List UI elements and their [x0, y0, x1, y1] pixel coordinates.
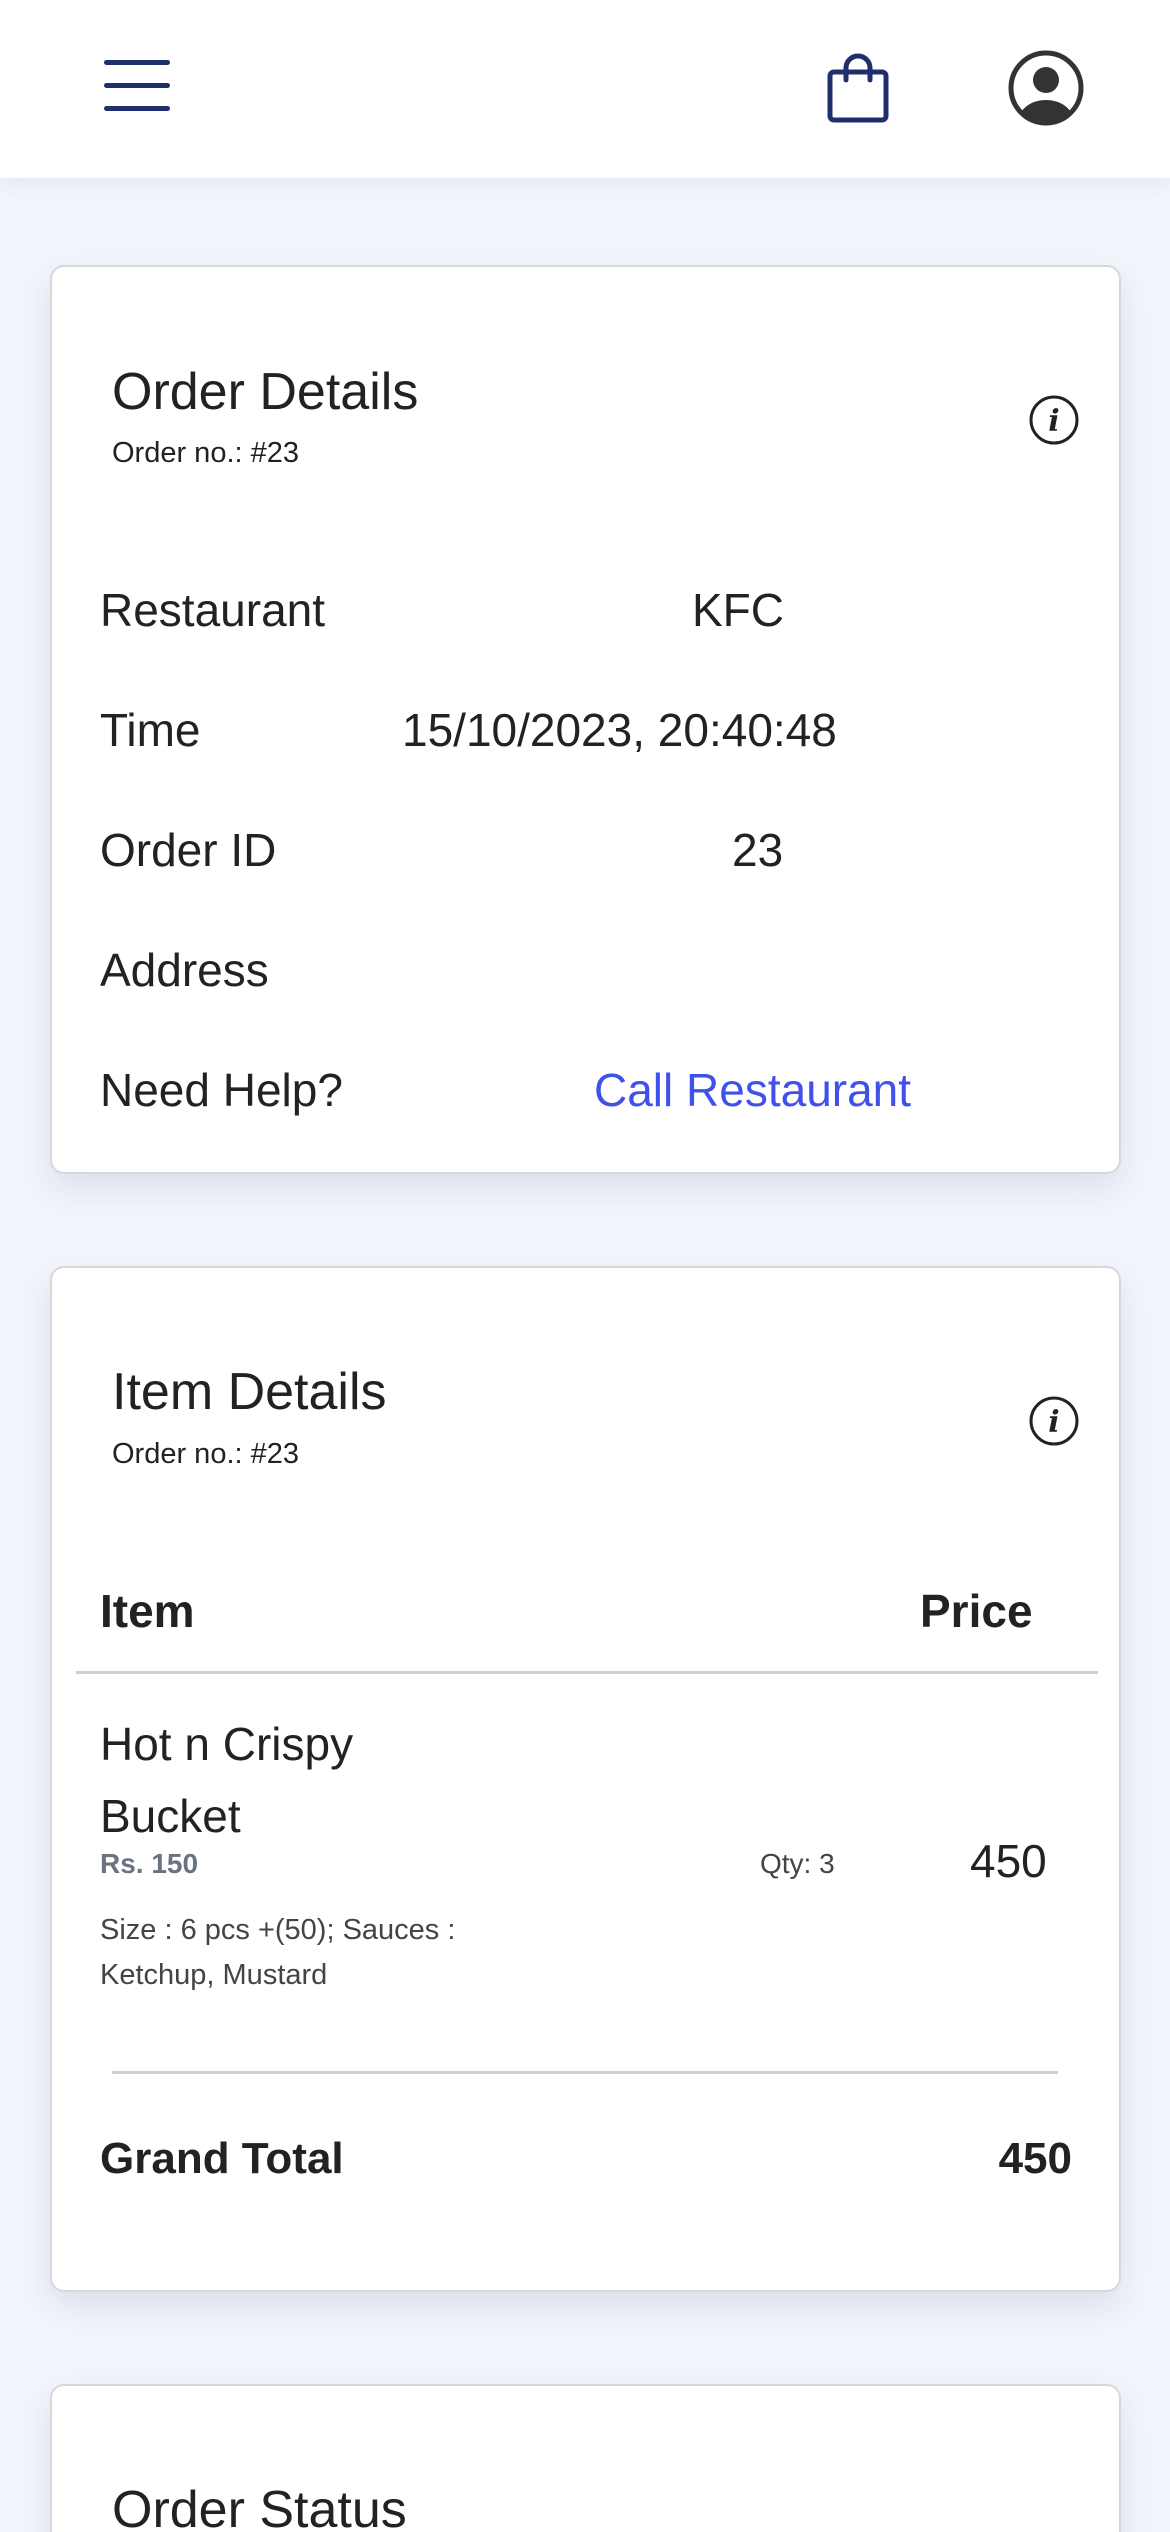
hamburger-menu-icon[interactable]: [100, 54, 176, 118]
need-help-label: Need Help?: [100, 1064, 343, 1116]
grand-total-value: 450: [998, 2134, 1072, 2183]
total-divider: [112, 2071, 1058, 2074]
info-icon[interactable]: i: [1028, 394, 1080, 446]
item-quantity: Qty: 3: [760, 1848, 835, 1879]
order-number: Order no.: #23: [112, 437, 299, 469]
item-price: 450: [970, 1835, 1047, 1887]
card-title: Item Details: [112, 1363, 387, 1421]
item-details-card: Item Details Order no.: #23 i Item Price…: [50, 1266, 1121, 2292]
info-icon[interactable]: i: [1028, 1395, 1080, 1447]
order-number: Order no.: #23: [112, 1438, 299, 1470]
order-id-label: Order ID: [100, 824, 277, 876]
restaurant-value: KFC: [692, 584, 784, 636]
price-column-header: Price: [920, 1585, 1033, 1637]
item-options: Size : 6 pcs +(50); Sauces : Ketchup, Mu…: [100, 1914, 456, 1991]
header-divider: [76, 1671, 1098, 1674]
order-id-value: 23: [732, 824, 784, 876]
card-title: Order Status: [112, 2481, 407, 2532]
top-app-bar: [0, 0, 1170, 178]
svg-text:i: i: [1048, 1405, 1059, 1440]
item-column-header: Item: [100, 1585, 195, 1637]
time-label: Time: [100, 704, 201, 756]
address-label: Address: [100, 944, 269, 996]
svg-text:i: i: [1048, 404, 1059, 439]
time-value: 15/10/2023, 20:40:48: [402, 704, 837, 756]
item-name: Hot n Crispy Bucket: [100, 1718, 354, 1842]
user-circle-icon[interactable]: [1006, 48, 1086, 128]
card-title: Order Details: [112, 363, 419, 421]
order-status-card: Order Status: [50, 2384, 1121, 2532]
item-unit-price: Rs. 150: [100, 1848, 199, 1879]
call-restaurant-link[interactable]: Call Restaurant: [594, 1063, 1074, 1117]
order-details-card: Order Details Order no.: #23 i Restauran…: [50, 265, 1121, 1174]
grand-total-label: Grand Total: [100, 2134, 344, 2183]
shopping-bag-icon[interactable]: [826, 52, 890, 124]
